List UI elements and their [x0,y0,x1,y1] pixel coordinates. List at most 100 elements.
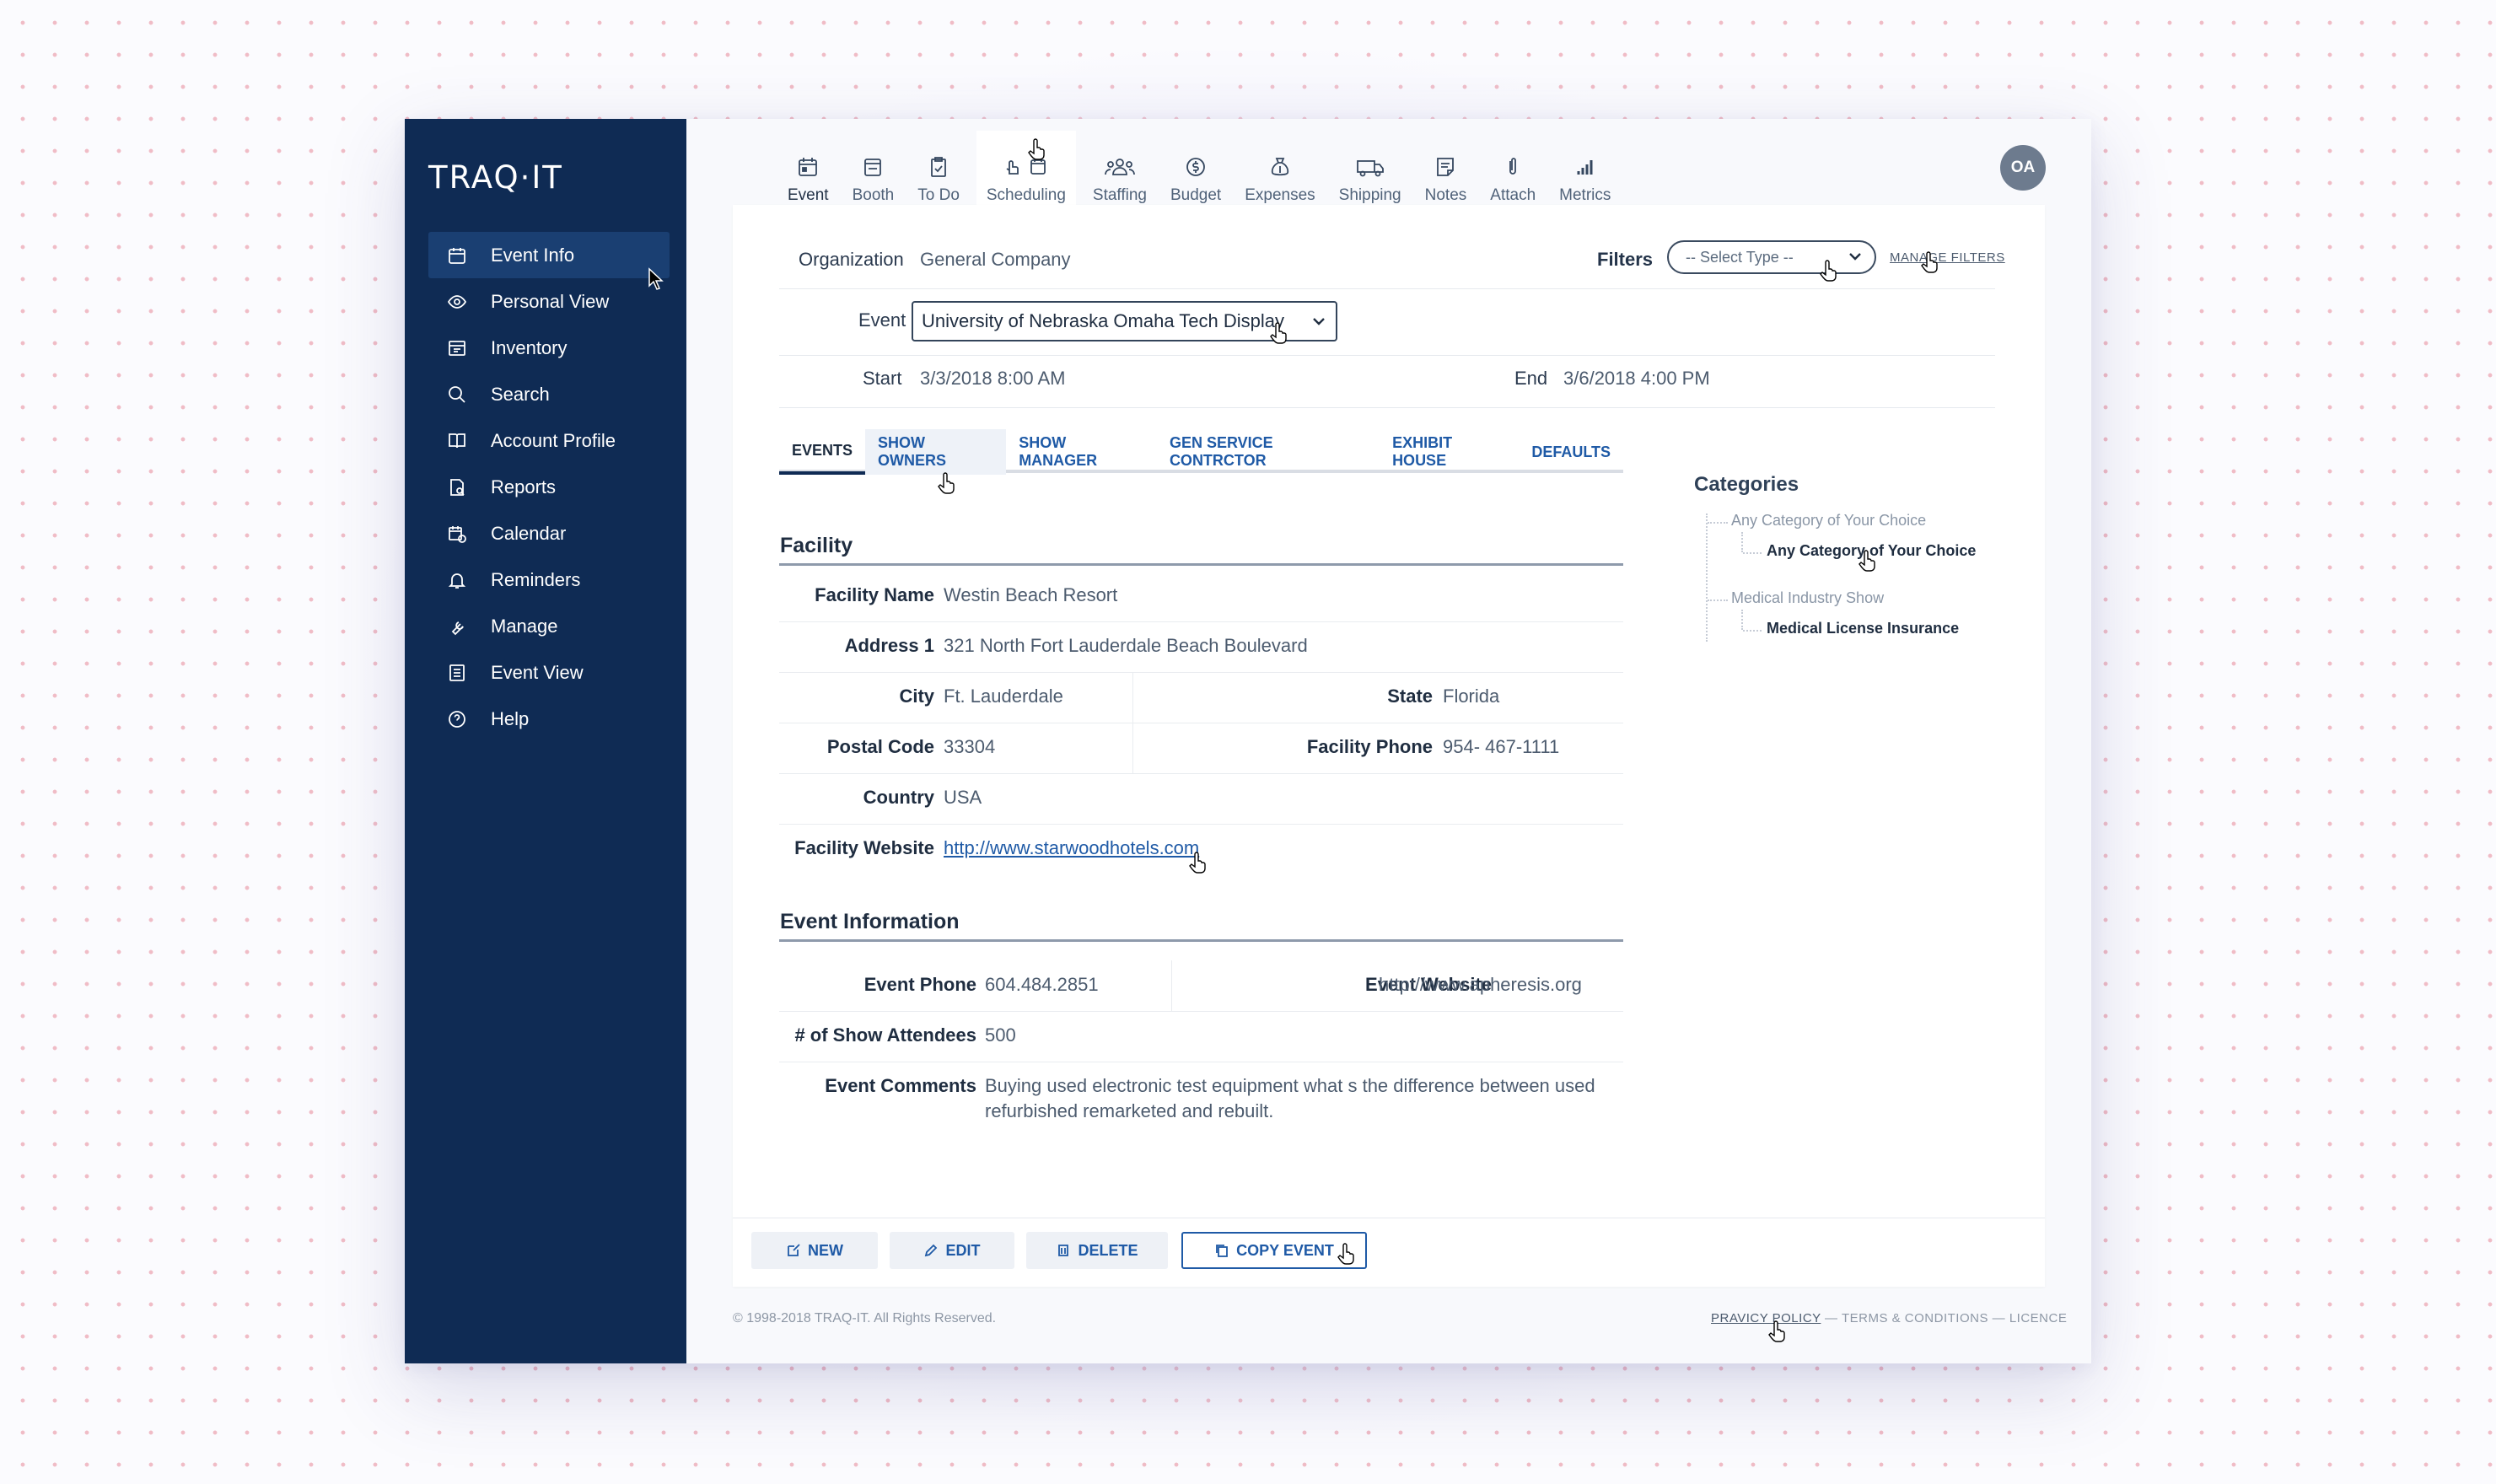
sidebar-item-reports[interactable]: Reports [428,464,670,510]
sidebar-item-label: Event Info [491,244,575,266]
category-parent[interactable]: Any Category of Your Choice [1731,512,1926,530]
sidebar-item-label: Inventory [491,336,568,358]
facility-website-link[interactable]: http://www.starwoodhotels.com [944,837,1199,858]
sidebar-item-account-profile[interactable]: Account Profile [428,417,670,464]
event-information-title: Event Information [780,910,960,933]
app-window: TRAQ·IT Event Info Personal View Invento… [405,119,2091,1363]
tab-label: Event [788,186,829,204]
sidebar-item-event-view[interactable]: Event View [428,649,670,696]
event-label: Event [858,309,906,331]
tab-show-owners[interactable]: SHOW OWNERS [865,429,1007,475]
event-website-value: http://www.apheresis.org [1379,974,1582,995]
event-comments-line1: Buying used electronic test equipment wh… [985,1075,1595,1096]
hand-pointer-icon [1269,321,1289,345]
state-label: State [1387,686,1433,707]
hand-pointer-icon [1767,1320,1788,1343]
event-comments-line2: refurbished remarketed and rebuilt. [985,1100,1274,1121]
tab-label: Scheduling [986,186,1066,204]
tab-label: Notes [1424,186,1467,204]
hand-pointer-icon [937,471,957,495]
facility-website-cell: http://www.starwoodhotels.com [944,837,1199,859]
sidebar-item-label: Event View [491,661,584,683]
category-parent[interactable]: Medical Industry Show [1731,589,1884,607]
new-button-label: NEW [808,1241,843,1259]
delete-button-label: DELETE [1078,1241,1138,1259]
facility-phone-value: 954- 467-1111 [1443,736,1560,757]
new-button[interactable]: NEW [751,1232,878,1269]
sidebar-item-search[interactable]: Search [428,371,670,417]
eye-icon [447,292,467,312]
tree-line [1741,532,1743,552]
sidebar-item-help[interactable]: Help [428,696,670,742]
sidebar-nav: Event Info Personal View Inventory Searc… [428,232,670,742]
privacy-policy-link[interactable]: PRAVICY POLICY [1711,1311,1821,1325]
tree-line [1743,552,1762,554]
manage-filters-link[interactable]: MANAGE FILTERS [1890,250,2005,265]
select-type-dropdown[interactable]: -- Select Type -- [1667,240,1876,274]
tab-label: Budget [1170,186,1222,204]
avatar[interactable]: OA [2000,145,2046,191]
facility-website-label: Facility Website [794,837,934,858]
categories-title: Categories [1694,473,1799,496]
sidebar-item-personal-view[interactable]: Personal View [428,278,670,325]
wrench-icon [447,616,467,637]
logo: TRAQ·IT [428,159,563,196]
licence-link[interactable]: LICENCE [2009,1311,2068,1325]
tab-gen-service-contractor[interactable]: GEN SERVICE CONTRCTOR [1157,429,1380,475]
sidebar-item-reminders[interactable]: Reminders [428,556,670,603]
help-icon [447,709,467,729]
address-label: Address 1 [844,635,934,656]
delete-button[interactable]: DELETE [1026,1232,1168,1269]
bar-chart-icon [1573,154,1598,180]
city-value: Ft. Lauderdale [944,686,1063,707]
sidebar-item-manage[interactable]: Manage [428,603,670,649]
address-value: 321 North Fort Lauderdale Beach Boulevar… [944,635,1308,656]
tab-show-manager[interactable]: SHOW MANAGER [1006,429,1157,475]
tab-events[interactable]: EVENTS [779,429,866,475]
sidebar-item-label: Reminders [491,568,581,590]
tab-label: To Do [917,186,960,204]
row-divider [779,672,1623,673]
bell-icon [447,570,467,590]
tab-exhibit-house[interactable]: EXHIBIT HOUSE [1380,429,1519,475]
notes-icon [1433,154,1458,180]
row-divider [779,1011,1623,1012]
organization-label: Organization [799,249,904,270]
postal-code-label: Postal Code [826,736,934,757]
facility-title: Facility [780,534,853,557]
pencil-icon [925,1244,938,1257]
tree-line [1741,610,1743,630]
category-child[interactable]: Medical License Insurance [1767,620,1959,637]
terms-link[interactable]: TERMS & CONDITIONS [1842,1311,1988,1325]
sidebar-item-calendar[interactable]: Calendar [428,510,670,556]
sidebar-item-label: Help [491,707,530,729]
budget-icon [1183,154,1208,180]
money-bag-icon [1267,154,1293,180]
event-info-card: Organization General Company Filters -- … [733,205,2045,1287]
copy-event-button-label: COPY EVENT [1236,1241,1334,1259]
sidebar-item-event-info[interactable]: Event Info [428,232,670,278]
tab-label: Expenses [1245,186,1315,204]
book-icon [447,431,467,451]
hand-pointer-icon [1027,137,1047,161]
chevron-down-icon [1310,313,1327,335]
sidebar-item-inventory[interactable]: Inventory [428,325,670,371]
tree-line [1743,630,1762,632]
tab-label: Booth [852,186,895,204]
facility-phone-label: Facility Phone [1306,736,1433,757]
sidebar-item-label: Manage [491,615,558,637]
sidebar-item-label: Reports [491,476,557,497]
column-divider [1171,960,1172,1011]
edit-button-label: EDIT [945,1241,981,1259]
tree-line [1708,600,1728,601]
calendar-icon [447,245,467,266]
tab-defaults[interactable]: DEFAULTS [1519,429,1623,475]
tree-line [1706,513,1708,642]
edit-button[interactable]: EDIT [890,1232,1014,1269]
event-phone-label: Event Phone [863,974,976,995]
end-value: 3/6/2018 4:00 PM [1563,368,1710,389]
report-icon [447,477,467,497]
mouse-pointer-icon [646,267,666,291]
calendar-clock-icon [447,524,467,544]
list-icon [447,663,467,683]
